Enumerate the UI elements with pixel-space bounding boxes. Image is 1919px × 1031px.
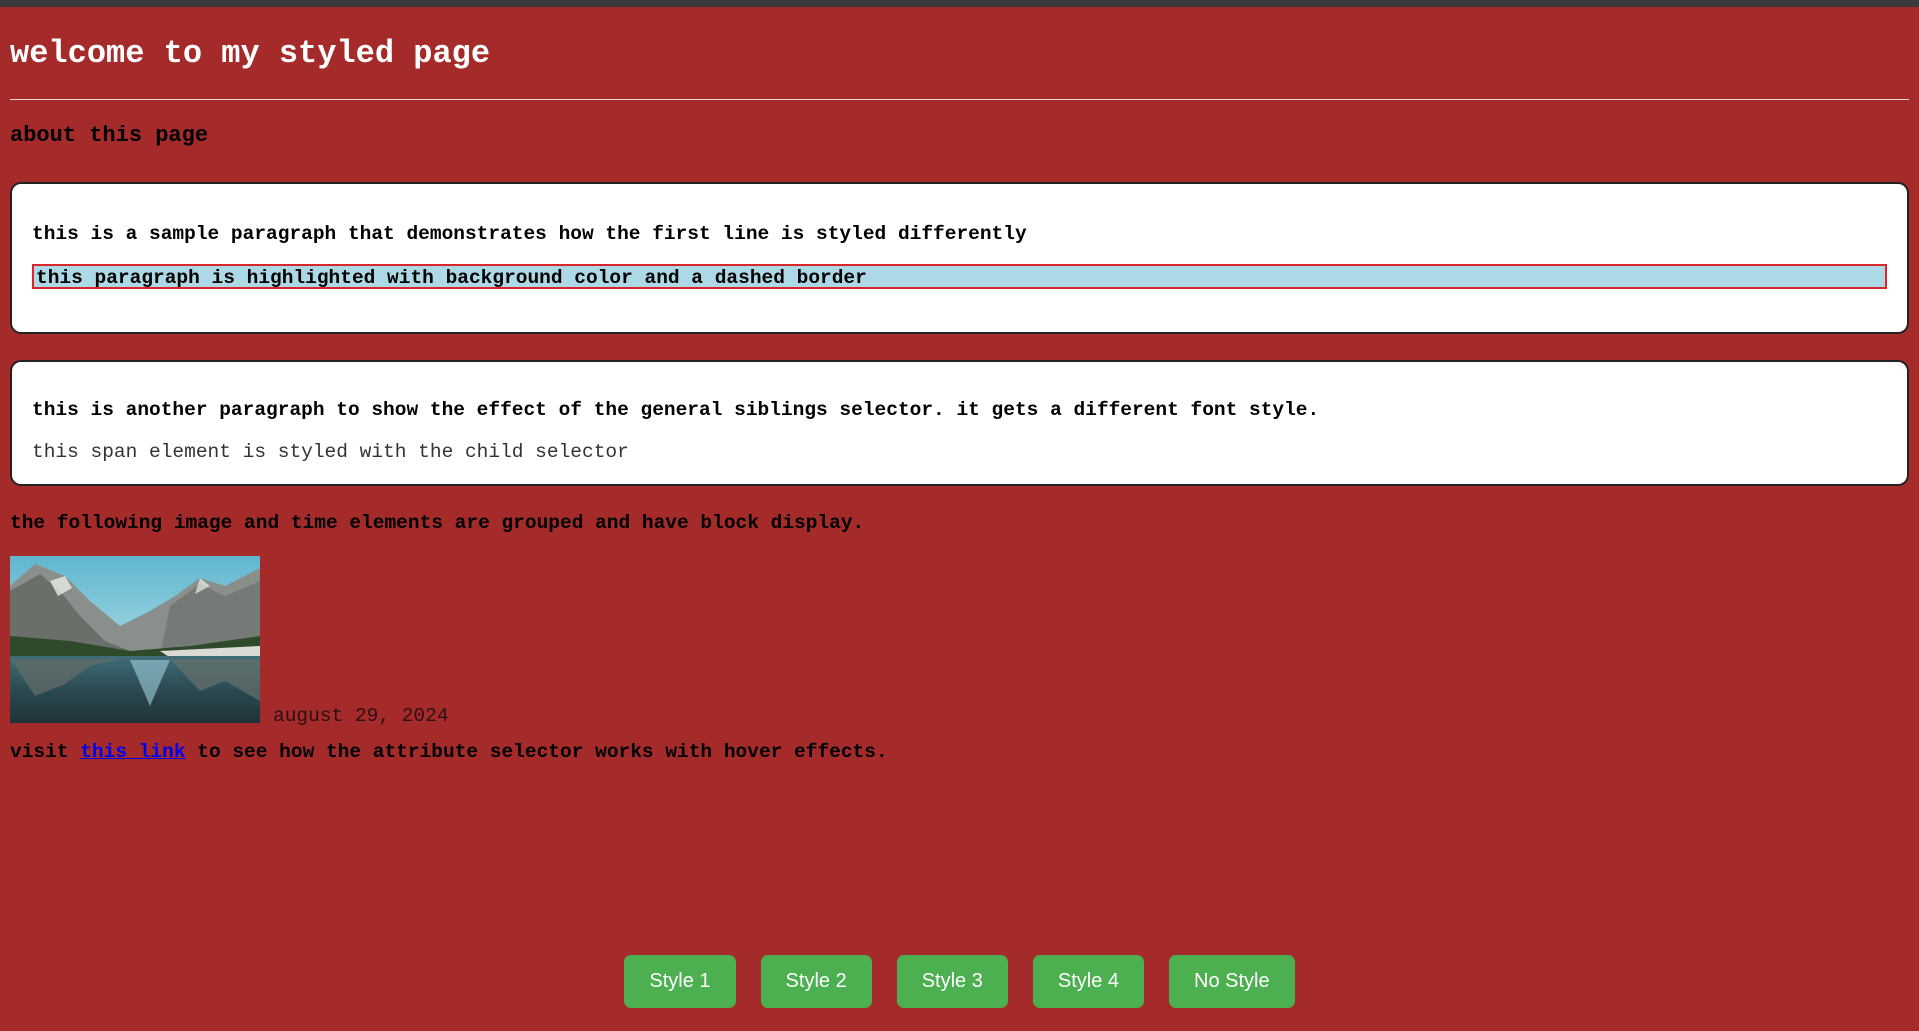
page-content: welcome to my styled page about this pag… [0, 7, 1919, 764]
first-card: this is a sample paragraph that demonstr… [10, 182, 1909, 334]
style-3-button[interactable]: Style 3 [896, 955, 1008, 1008]
horizontal-divider [10, 99, 1909, 100]
style-2-button[interactable]: Style 2 [760, 955, 872, 1008]
style-4-button[interactable]: Style 4 [1032, 955, 1145, 1008]
mountain-lake-image [10, 556, 260, 723]
link-paragraph: visit this link to see how the attribute… [10, 740, 1909, 764]
link-prefix-text: visit [10, 741, 81, 763]
highlighted-paragraph: this paragraph is highlighted with backg… [32, 264, 1887, 289]
first-line-paragraph: this is a sample paragraph that demonstr… [32, 223, 1027, 245]
link-suffix-text: to see how the attribute selector works … [185, 741, 888, 763]
attribute-selector-link[interactable]: this link [80, 741, 185, 763]
second-card: this is another paragraph to show the ef… [10, 360, 1909, 486]
sibling-paragraph: this is another paragraph to show the ef… [32, 399, 1320, 421]
no-style-button[interactable]: No Style [1169, 955, 1295, 1008]
page-title: welcome to my styled page [10, 35, 491, 72]
style-1-button[interactable]: Style 1 [624, 955, 736, 1008]
time-element: august 29, 2024 [273, 705, 449, 727]
style-button-bar: Style 1 Style 2 Style 3 Style 4 No Style [0, 955, 1919, 1008]
grouped-intro-text: the following image and time elements ar… [10, 512, 865, 534]
child-span: this span element is styled with the chi… [32, 441, 629, 463]
browser-top-bar [0, 0, 1919, 7]
section-heading: about this page [10, 123, 209, 148]
image-time-group: august 29, 2024 [10, 556, 1909, 727]
